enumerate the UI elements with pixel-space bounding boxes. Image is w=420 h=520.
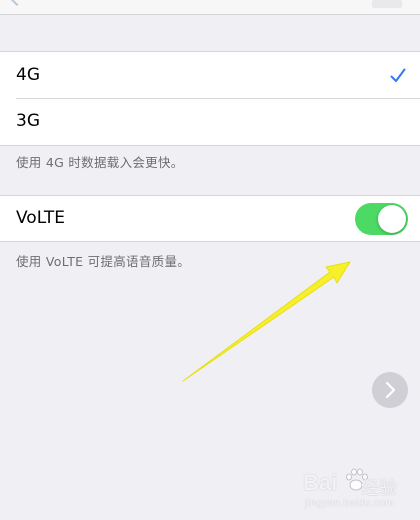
watermark-url: jingyan.baidu.com xyxy=(305,498,395,509)
network-option-label: 3G xyxy=(16,111,40,131)
volte-footer-note: 使用 VoLTE 可提高语音质量。 xyxy=(16,254,191,269)
network-option-4g[interactable]: 4G xyxy=(0,52,420,98)
chevron-right-icon xyxy=(385,381,396,399)
checkmark-icon xyxy=(390,68,406,82)
volte-toggle[interactable] xyxy=(355,203,408,235)
network-option-label: 4G xyxy=(16,65,40,85)
volte-label: VoLTE xyxy=(16,208,65,228)
back-chevron-icon[interactable] xyxy=(10,0,20,10)
watermark-brand: Bai xyxy=(303,470,338,495)
baidu-watermark: Bai 经验 jingyan.baidu.com xyxy=(303,466,413,516)
next-button[interactable] xyxy=(372,372,408,408)
network-option-3g[interactable]: 3G xyxy=(0,98,420,144)
volte-row: VoLTE xyxy=(0,196,420,242)
navigation-bar xyxy=(0,0,420,15)
nav-bar-item xyxy=(372,0,402,8)
watermark-brand-cn: 经验 xyxy=(361,478,397,499)
network-mode-group: 4G 3G xyxy=(0,51,420,146)
toggle-knob xyxy=(378,205,406,233)
network-footer-note: 使用 4G 时数据载入会更快。 xyxy=(16,155,184,170)
volte-group: VoLTE xyxy=(0,195,420,242)
